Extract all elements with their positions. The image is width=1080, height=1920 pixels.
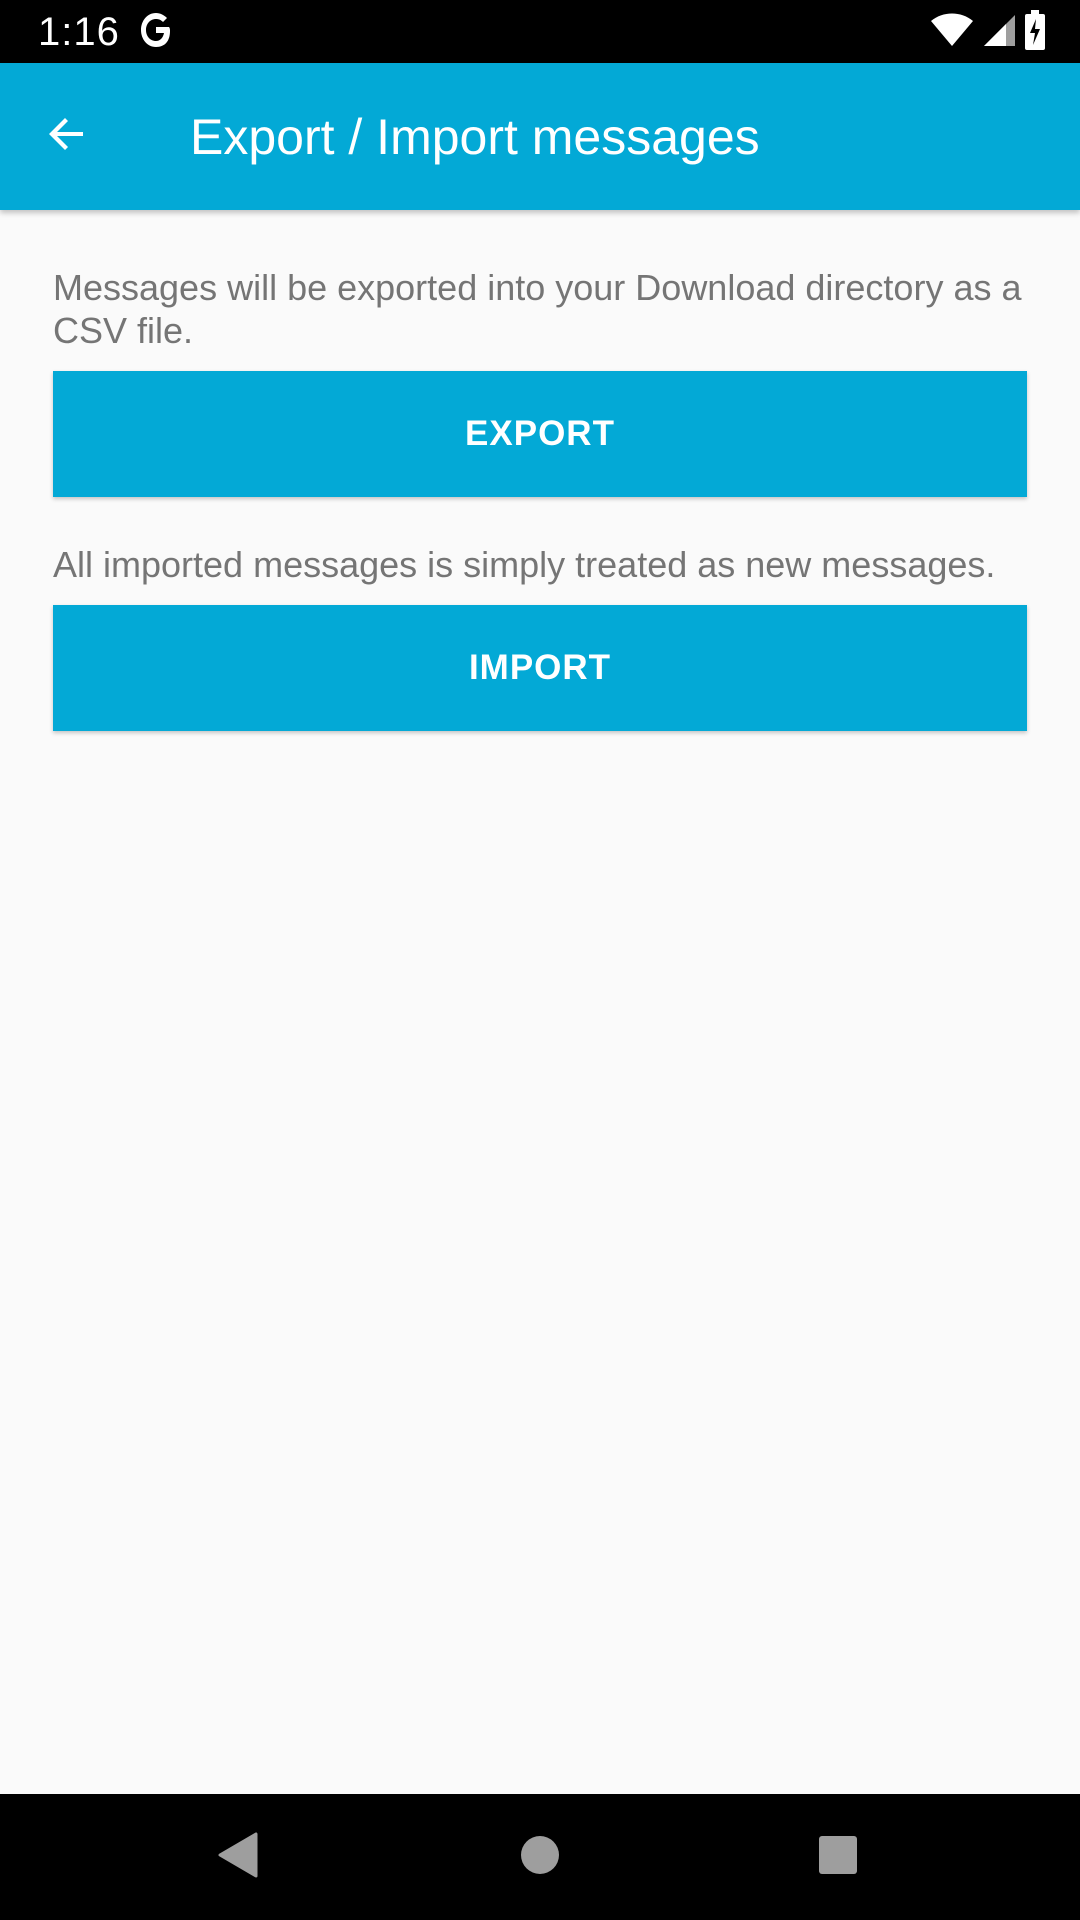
import-button[interactable]: IMPORT	[53, 605, 1027, 731]
export-description: Messages will be exported into your Down…	[53, 267, 1022, 351]
navigation-bar	[0, 1794, 1080, 1920]
nav-home-icon	[519, 1834, 561, 1881]
status-icons	[930, 9, 1046, 55]
main-content: Messages will be exported into your Down…	[53, 266, 1027, 731]
nav-back-icon	[216, 1831, 260, 1884]
nav-back-button[interactable]	[205, 1824, 271, 1890]
app-bar: Export / Import messages	[0, 63, 1080, 210]
nav-home-button[interactable]	[507, 1824, 573, 1890]
screen: 1:16 Export / Import messages Messages w…	[0, 0, 1080, 1920]
status-bar: 1:16	[0, 0, 1080, 63]
status-time: 1:16	[38, 10, 120, 54]
battery-charging-icon	[1024, 9, 1046, 55]
signal-icon	[982, 13, 1016, 52]
google-g-icon	[138, 10, 174, 50]
export-button[interactable]: EXPORT	[53, 371, 1027, 497]
nav-recents-button[interactable]	[805, 1824, 871, 1890]
import-description: All imported messages is simply treated …	[53, 544, 996, 585]
arrow-back-icon	[43, 110, 91, 163]
page-title: Export / Import messages	[190, 109, 760, 165]
nav-recents-icon	[817, 1834, 859, 1881]
wifi-icon	[930, 13, 974, 52]
back-button[interactable]	[34, 103, 100, 169]
